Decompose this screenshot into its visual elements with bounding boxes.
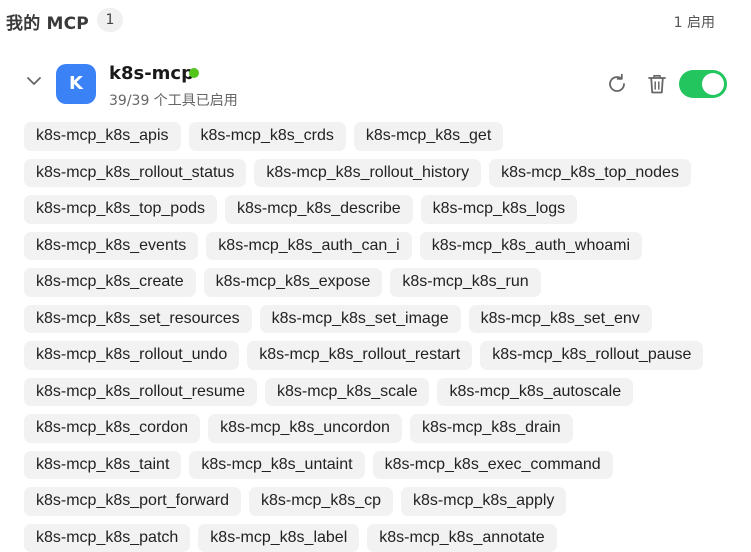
tool-chip[interactable]: k8s-mcp_k8s_auth_whoami: [420, 232, 642, 261]
tool-chip[interactable]: k8s-mcp_k8s_auth_can_i: [206, 232, 411, 261]
tool-chip[interactable]: k8s-mcp_k8s_expose: [204, 268, 383, 297]
tool-chip[interactable]: k8s-mcp_k8s_label: [198, 524, 359, 552]
server-avatar: K: [56, 64, 96, 104]
enabled-count: 1 启用: [674, 12, 715, 32]
mcp-count-badge: 1: [97, 8, 123, 32]
toggle-knob: [702, 73, 724, 95]
tool-chip[interactable]: k8s-mcp_k8s_top_nodes: [489, 159, 691, 188]
tool-chip[interactable]: k8s-mcp_k8s_autoscale: [437, 378, 633, 407]
tool-chip[interactable]: k8s-mcp_k8s_set_resources: [24, 305, 252, 334]
tool-chip[interactable]: k8s-mcp_k8s_rollout_restart: [247, 341, 472, 370]
tool-chip[interactable]: k8s-mcp_k8s_get: [354, 122, 503, 151]
server-enable-toggle[interactable]: [679, 70, 727, 98]
tool-chip[interactable]: k8s-mcp_k8s_rollout_history: [254, 159, 481, 188]
tool-chip[interactable]: k8s-mcp_k8s_rollout_pause: [480, 341, 703, 370]
tool-chip[interactable]: k8s-mcp_k8s_port_forward: [24, 487, 241, 516]
tool-chip[interactable]: k8s-mcp_k8s_untaint: [189, 451, 364, 480]
tool-chip[interactable]: k8s-mcp_k8s_describe: [225, 195, 413, 224]
tool-chip[interactable]: k8s-mcp_k8s_set_env: [469, 305, 652, 334]
tool-chip[interactable]: k8s-mcp_k8s_rollout_undo: [24, 341, 239, 370]
tool-chip[interactable]: k8s-mcp_k8s_patch: [24, 524, 190, 552]
mcp-header: 我的 MCP 1 1 启用: [0, 0, 751, 42]
tool-chip[interactable]: k8s-mcp_k8s_events: [24, 232, 198, 261]
tool-chip[interactable]: k8s-mcp_k8s_uncordon: [208, 414, 402, 443]
tool-chip[interactable]: k8s-mcp_k8s_create: [24, 268, 196, 297]
tool-chip[interactable]: k8s-mcp_k8s_crds: [189, 122, 346, 151]
tool-list: k8s-mcp_k8s_apis k8s-mcp_k8s_crds k8s-mcp_…: [24, 122, 724, 552]
tool-chip[interactable]: k8s-mcp_k8s_top_pods: [24, 195, 217, 224]
tool-chip[interactable]: k8s-mcp_k8s_taint: [24, 451, 181, 480]
tool-chip[interactable]: k8s-mcp_k8s_annotate: [367, 524, 556, 552]
server-name: k8s-mcp: [109, 63, 194, 84]
tool-chip[interactable]: k8s-mcp_k8s_apply: [401, 487, 566, 516]
tool-chip[interactable]: k8s-mcp_k8s_set_image: [260, 305, 461, 334]
tool-chip[interactable]: k8s-mcp_k8s_cp: [249, 487, 393, 516]
trash-icon[interactable]: [645, 72, 669, 96]
mcp-server-row: K k8s-mcp 39/39 个工具已启用: [0, 52, 751, 112]
status-dot: [189, 68, 199, 78]
chevron-down-icon[interactable]: [24, 74, 44, 90]
tools-enabled-summary: 39/39 个工具已启用: [109, 90, 238, 110]
tool-chip[interactable]: k8s-mcp_k8s_scale: [265, 378, 430, 407]
page-title: 我的 MCP: [6, 9, 89, 34]
refresh-icon[interactable]: [605, 72, 629, 96]
tool-chip[interactable]: k8s-mcp_k8s_exec_command: [373, 451, 613, 480]
tool-chip[interactable]: k8s-mcp_k8s_rollout_resume: [24, 378, 257, 407]
tool-chip[interactable]: k8s-mcp_k8s_run: [390, 268, 540, 297]
tool-chip[interactable]: k8s-mcp_k8s_drain: [410, 414, 573, 443]
tool-chip[interactable]: k8s-mcp_k8s_rollout_status: [24, 159, 246, 188]
tool-chip[interactable]: k8s-mcp_k8s_logs: [421, 195, 578, 224]
tool-chip[interactable]: k8s-mcp_k8s_cordon: [24, 414, 200, 443]
tool-chip[interactable]: k8s-mcp_k8s_apis: [24, 122, 181, 151]
